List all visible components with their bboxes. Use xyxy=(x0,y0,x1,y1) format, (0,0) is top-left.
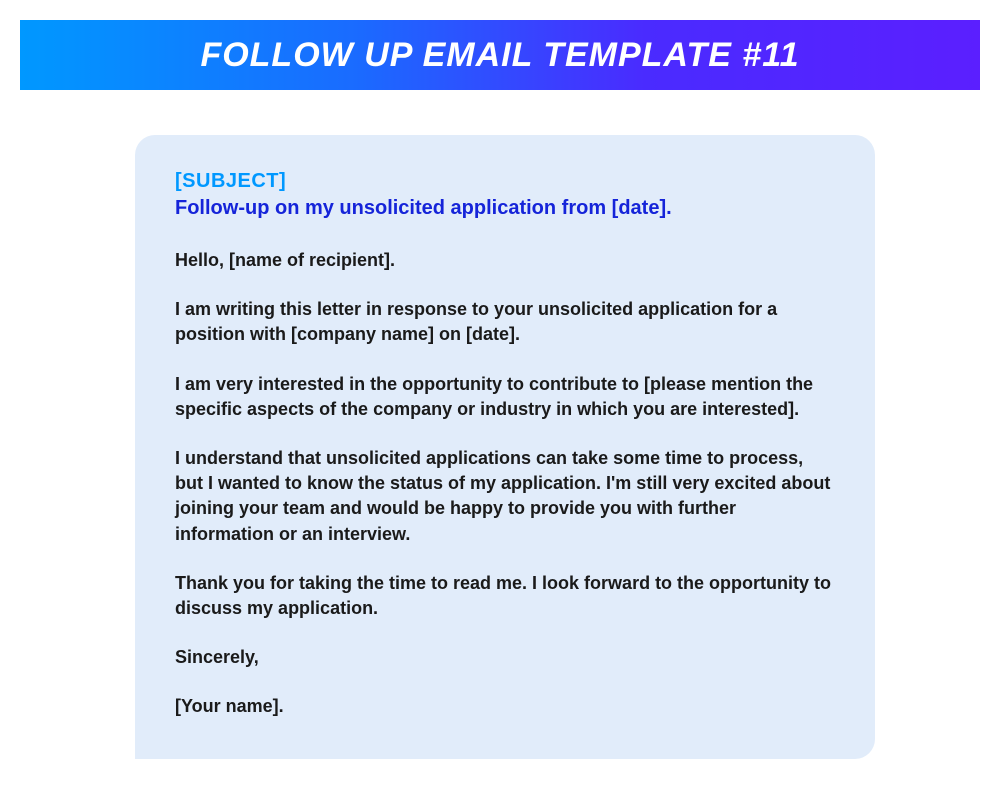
subject-label: [SUBJECT] xyxy=(175,170,835,193)
greeting: Hello, [name of recipient]. xyxy=(175,248,835,273)
subject-line: Follow-up on my unsolicited application … xyxy=(175,197,835,220)
email-body: Hello, [name of recipient]. I am writing… xyxy=(175,248,835,719)
header-banner: FOLLOW UP EMAIL TEMPLATE #11 xyxy=(20,20,980,90)
header-title: FOLLOW UP EMAIL TEMPLATE #11 xyxy=(200,36,799,75)
paragraph-2: I am very interested in the opportunity … xyxy=(175,372,835,422)
paragraph-3: I understand that unsolicited applicatio… xyxy=(175,446,835,547)
paragraph-4: Thank you for taking the time to read me… xyxy=(175,571,835,621)
signoff: Sincerely, xyxy=(175,645,835,670)
email-template-card: [SUBJECT] Follow-up on my unsolicited ap… xyxy=(135,135,875,759)
paragraph-1: I am writing this letter in response to … xyxy=(175,297,835,347)
signature: [Your name]. xyxy=(175,694,835,719)
